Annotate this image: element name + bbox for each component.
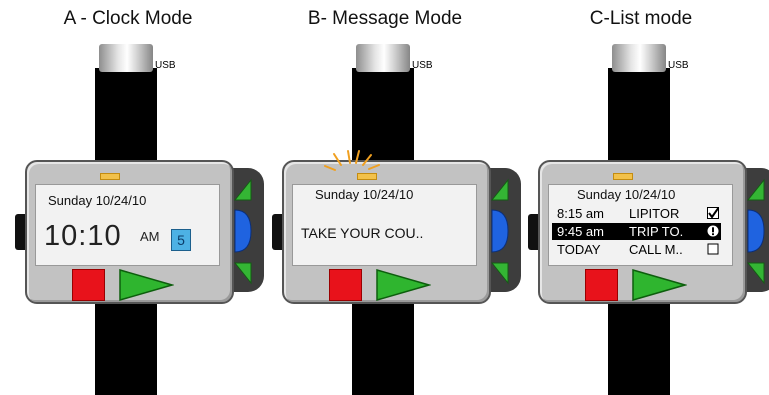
scroll-up-button[interactable]: [490, 178, 510, 202]
scroll-down-button[interactable]: [490, 261, 510, 285]
clock-time: 10:10: [44, 220, 122, 252]
usb-label: USB: [412, 60, 433, 71]
screen-date: Sunday 10/24/10: [577, 187, 676, 202]
watch-strap-bottom: [95, 296, 157, 395]
checkbox-empty-icon[interactable]: [707, 243, 719, 255]
panel-title: C-List mode: [589, 8, 693, 29]
scroll-down-button[interactable]: [746, 261, 766, 285]
list-item-time: 9:45 am: [557, 224, 604, 239]
panel-message-mode: B- Message Mode USB Sunday 10/24/10 TAKE…: [257, 0, 521, 395]
list-item-task: LIPITOR: [629, 206, 680, 221]
play-icon: [119, 269, 174, 301]
play-button[interactable]: [375, 268, 431, 302]
list-item-time: TODAY: [557, 242, 601, 257]
play-button[interactable]: [118, 268, 174, 302]
usb-connector: [99, 44, 153, 72]
watch-screen: Sunday 10/24/10 8:15 am LIPITOR 9:45 am …: [548, 184, 733, 266]
select-button[interactable]: [746, 208, 766, 254]
scroll-up-button[interactable]: [233, 178, 253, 202]
usb-connector: [612, 44, 666, 72]
clock-ampm: AM: [140, 229, 160, 244]
select-button[interactable]: [233, 208, 253, 254]
screen-date: Sunday 10/24/10: [315, 187, 414, 202]
list-item-time: 8:15 am: [557, 206, 604, 221]
panel-title: B- Message Mode: [307, 8, 463, 29]
watch-strap-bottom: [608, 296, 670, 395]
watch-strap-bottom: [352, 296, 414, 395]
indicator-light: [357, 173, 377, 180]
list-item[interactable]: TODAY CALL M..: [552, 241, 721, 258]
scroll-down-button[interactable]: [233, 261, 253, 285]
alert-circle-icon: [707, 225, 719, 237]
list-item[interactable]: 8:15 am LIPITOR: [552, 205, 721, 222]
arrow-up-icon: [233, 178, 252, 201]
screen-date: Sunday 10/24/10: [48, 193, 147, 208]
screen-message: TAKE YOUR COU..: [301, 225, 424, 241]
select-icon: [234, 209, 252, 253]
indicator-light: [100, 173, 120, 180]
arrow-down-icon: [746, 262, 765, 285]
arrow-down-icon: [490, 262, 509, 285]
arrow-down-icon: [233, 262, 252, 285]
panel-title: A - Clock Mode: [63, 8, 193, 29]
stop-button[interactable]: [329, 269, 362, 301]
arrow-up-icon: [490, 178, 509, 201]
watch-strap-top: [608, 68, 670, 168]
watch-screen: Sunday 10/24/10 TAKE YOUR COU..: [292, 184, 477, 266]
usb-label: USB: [668, 60, 689, 71]
usb-connector: [356, 44, 410, 72]
list-item-selected[interactable]: 9:45 am TRIP TO.: [552, 223, 721, 240]
arrow-up-icon: [746, 178, 765, 201]
panel-clock-mode: A - Clock Mode USB Sunday 10/24/10 10:10…: [0, 0, 264, 395]
checkbox-checked-icon[interactable]: [707, 207, 719, 219]
select-button[interactable]: [490, 208, 510, 254]
stop-button[interactable]: [72, 269, 105, 301]
select-icon: [491, 209, 509, 253]
usb-label: USB: [155, 60, 176, 71]
play-button[interactable]: [631, 268, 687, 302]
list-item-task: TRIP TO.: [629, 224, 684, 239]
select-icon: [747, 209, 765, 253]
play-icon: [632, 269, 687, 301]
watch-strap-top: [95, 68, 157, 168]
indicator-light: [613, 173, 633, 180]
panel-list-mode: C-List mode USB Sunday 10/24/10 8:15 am …: [513, 0, 769, 395]
play-icon: [376, 269, 431, 301]
message-count-badge: 5: [171, 229, 191, 251]
scroll-up-button[interactable]: [746, 178, 766, 202]
list-item-task: CALL M..: [629, 242, 683, 257]
stop-button[interactable]: [585, 269, 618, 301]
